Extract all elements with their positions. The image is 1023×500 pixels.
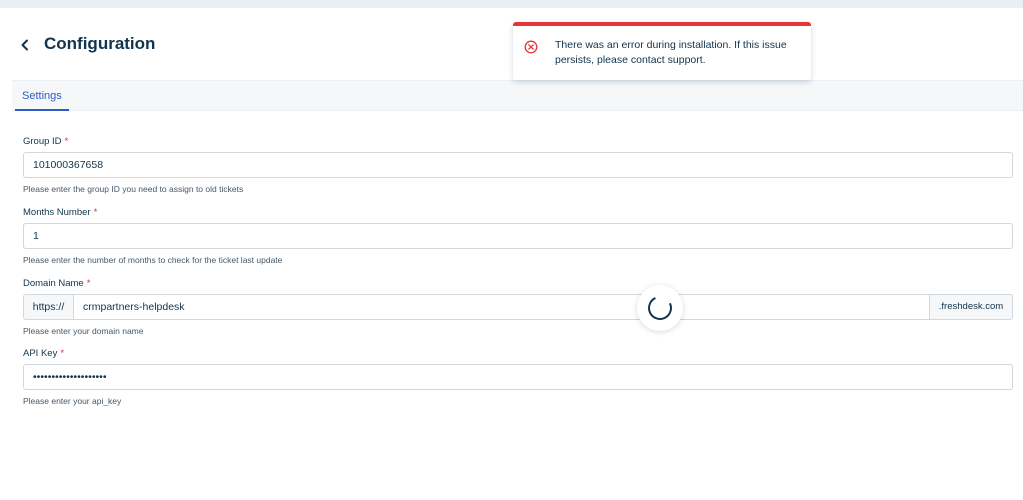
top-bar [0, 0, 1023, 8]
api-key-input[interactable]: •••••••••••••••••••• [23, 364, 1013, 390]
group-id-hint: Please enter the group ID you need to as… [23, 184, 244, 194]
api-key-hint: Please enter your api_key [23, 396, 122, 406]
domain-input-group: https:// crmpartners-helpdesk .freshdesk… [23, 294, 1013, 320]
months-number-hint: Please enter the number of months to che… [23, 255, 283, 265]
required-mark: * [93, 207, 98, 218]
required-mark: * [60, 348, 65, 359]
domain-name-input[interactable]: crmpartners-helpdesk [73, 294, 930, 320]
domain-name-field: Domain Name * https:// crmpartners-helpde… [23, 277, 1013, 336]
group-id-field: Group ID * 101000367658 Please enter the … [23, 135, 1013, 194]
months-number-input[interactable]: 1 [23, 223, 1013, 249]
spinner-icon [644, 292, 676, 324]
group-id-input[interactable]: 101000367658 [23, 152, 1013, 178]
toast-message: There was an error during installation. … [555, 39, 787, 66]
domain-prefix: https:// [23, 294, 73, 320]
back-button[interactable] [16, 36, 34, 54]
required-mark: * [86, 278, 91, 289]
error-toast: There was an error during installation. … [513, 22, 811, 80]
group-id-label: Group ID * [23, 136, 69, 147]
api-key-label: API Key * [23, 348, 65, 359]
months-number-field: Months Number * 1 Please enter the number… [23, 206, 1013, 265]
loading-spinner [637, 285, 683, 331]
domain-name-label: Domain Name * [23, 278, 91, 289]
tab-settings[interactable]: Settings [15, 81, 69, 111]
page-title: Configuration [44, 34, 156, 53]
required-mark: * [64, 136, 69, 147]
error-circle-icon [524, 40, 538, 54]
domain-name-hint: Please enter your domain name [23, 326, 144, 336]
api-key-field: API Key * •••••••••••••••••••• Please ent… [23, 347, 1013, 406]
months-number-label: Months Number * [23, 207, 98, 218]
chevron-left-icon [21, 39, 28, 51]
tab-bar: Settings [12, 80, 1023, 111]
domain-suffix: .freshdesk.com [930, 294, 1013, 320]
